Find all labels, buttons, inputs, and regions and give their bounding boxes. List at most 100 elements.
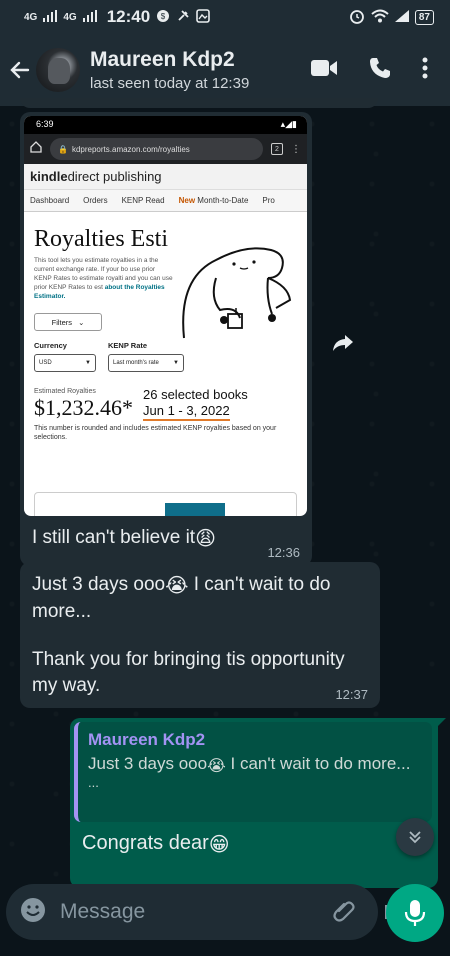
quoted-message[interactable]: Maureen Kdp2 Just 3 days ooo😭 I can't wa… (74, 722, 432, 822)
ss-currency-select: USD ▼ (34, 354, 96, 372)
more-options-button[interactable] (422, 57, 428, 84)
paperclip-icon (333, 900, 355, 922)
microphone-icon (404, 900, 426, 926)
ss-menu-icon: ⋮ (291, 143, 301, 155)
chat-area[interactable]: 6:39 ▴◢▮ 🔒 kdpreports.amazon.com/royalti… (0, 98, 450, 888)
ss-nav-item: Orders (83, 196, 108, 205)
ss-date-range: Jun 1 - 3, 2022 (143, 403, 230, 421)
ss-bottom-panel (34, 492, 297, 516)
ss-tab-count: 2 (271, 143, 283, 155)
caption-text: I still can't believe it (32, 527, 196, 548)
message-time: 12:37 (335, 687, 368, 702)
message-line-2: Thank you for bringing tis opportunity m… (32, 649, 345, 696)
message-time: 12:36 (267, 545, 300, 560)
signal-indicator: 4G (24, 11, 38, 23)
ss-nav: Dashboard Orders KENP Read New Month-to-… (24, 190, 307, 212)
caret-down-icon: ▼ (173, 360, 179, 366)
home-icon (30, 140, 42, 158)
data-saver-icon: $ (156, 9, 170, 26)
reply-text-content: Congrats dear (82, 832, 209, 854)
emoji-button[interactable] (20, 897, 46, 928)
quoted-text: Just 3 days ooo😭 I can't wait to do more… (88, 753, 422, 777)
forward-icon (333, 335, 353, 351)
ss-nav-item: Month-to-Date (197, 196, 249, 205)
scroll-to-bottom-button[interactable] (396, 818, 434, 856)
back-arrow-icon (10, 61, 30, 79)
avatar[interactable] (36, 48, 80, 92)
double-chevron-down-icon (409, 831, 421, 844)
chevron-down-icon: ⌄ (78, 317, 85, 327)
ss-books: 26 selected books (143, 387, 248, 402)
ss-url-bar: 🔒 kdpreports.amazon.com/royalties (50, 138, 263, 160)
forward-button[interactable] (328, 328, 358, 358)
signal-bars-icon-2 (82, 9, 97, 25)
message-input-container (6, 884, 407, 940)
message-line-1: Just 3 days ooo😭 I can't wait to do more… (32, 572, 368, 625)
emoji-icon (21, 897, 45, 922)
ss-kenp-value: Last month's rate (113, 360, 159, 366)
last-seen: last seen today at 12:39 (90, 75, 250, 92)
svg-text:$: $ (161, 12, 166, 21)
voice-call-button[interactable] (368, 56, 392, 85)
ss-currency-label: Currency (34, 341, 67, 350)
clock: 12:40 (106, 7, 151, 26)
ss-filters: Filters ⌄ (34, 313, 102, 331)
video-camera-icon (311, 59, 337, 76)
voice-message-button[interactable] (386, 884, 444, 942)
contact-name: Maureen Kdp2 (90, 48, 235, 71)
ss-brand-suffix: direct publishing (67, 169, 162, 184)
quoted-text-start: Just 3 days ooo (88, 754, 208, 773)
ss-kenp-select: Last month's rate ▼ (108, 354, 184, 372)
message-input[interactable] (60, 900, 331, 924)
status-bar: 4G 4G 12:40 $ 87 (0, 0, 450, 34)
ss-nav-item: Dashboard (30, 196, 70, 205)
composer (0, 880, 450, 956)
message-text: Just 3 days ooo (32, 574, 166, 595)
quoted-text-rest: I can't wait to do more... (225, 754, 411, 773)
attach-button[interactable] (331, 897, 357, 928)
image-message[interactable]: 6:39 ▴◢▮ 🔒 kdpreports.amazon.com/royalti… (20, 112, 312, 566)
back-button[interactable] (2, 58, 38, 82)
crying-face-emoji: 😭 (165, 575, 189, 597)
battery-level: 87 (414, 9, 434, 25)
more-vertical-icon (422, 57, 428, 78)
signal-bars-icon (43, 9, 58, 25)
chat-header: Maureen Kdp2 last seen today at 12:39 (0, 34, 450, 106)
ss-brand-prefix: kindle (30, 169, 68, 184)
ss-estimated-label: Estimated Royalties (34, 388, 96, 395)
outgoing-reply-message[interactable]: Maureen Kdp2 Just 3 days ooo😭 I can't wa… (70, 718, 446, 888)
ss-nav-item: KENP Read (121, 196, 165, 205)
contact-info[interactable]: Maureen Kdp2 last seen today at 12:39 (90, 48, 310, 92)
ss-filters-label: Filters (51, 317, 73, 327)
quoted-sender: Maureen Kdp2 (88, 730, 206, 749)
ss-url: kdpreports.amazon.com/royalties (71, 144, 190, 154)
signal-indicator-2: 4G (63, 11, 77, 23)
grinning-face-emoji: 😁 (208, 834, 230, 856)
reply-text: Congrats dear😁 (82, 832, 230, 857)
image-caption: I still can't believe it😩 (24, 516, 308, 551)
ss-kdp-brand: kindle direct publishing (24, 164, 307, 190)
ss-amount: $1,232.46* (34, 395, 133, 420)
ss-status-icons: ▴◢▮ (280, 119, 297, 129)
ss-note: This number is rounded and includes esti… (34, 425, 277, 441)
ss-kenp-label: KENP Rate (108, 341, 148, 350)
weary-face-emoji: 😩 (195, 528, 216, 550)
alarm-icon (349, 8, 365, 27)
caret-down-icon: ▼ (85, 360, 91, 366)
crying-face-emoji: 😭 (207, 758, 226, 775)
lock-icon: 🔒 (58, 144, 68, 154)
meme-drawing (182, 247, 292, 339)
ss-nav-new: New (178, 196, 196, 205)
text-message[interactable]: Just 3 days ooo😭 I can't wait to do more… (20, 562, 380, 708)
wifi-icon (371, 9, 389, 26)
signal-full-icon (394, 9, 409, 25)
ss-nav-item: Pro (262, 196, 275, 205)
previous-message-stub (20, 98, 378, 108)
royalties-screenshot-image[interactable]: 6:39 ▴◢▮ 🔒 kdpreports.amazon.com/royalti… (24, 116, 307, 516)
ss-currency-value: USD (39, 360, 52, 366)
ss-status-time: 6:39 (36, 119, 54, 129)
gallery-icon (196, 8, 210, 26)
video-call-button[interactable] (310, 58, 338, 83)
pin-icon (176, 9, 190, 26)
phone-icon (370, 57, 390, 78)
